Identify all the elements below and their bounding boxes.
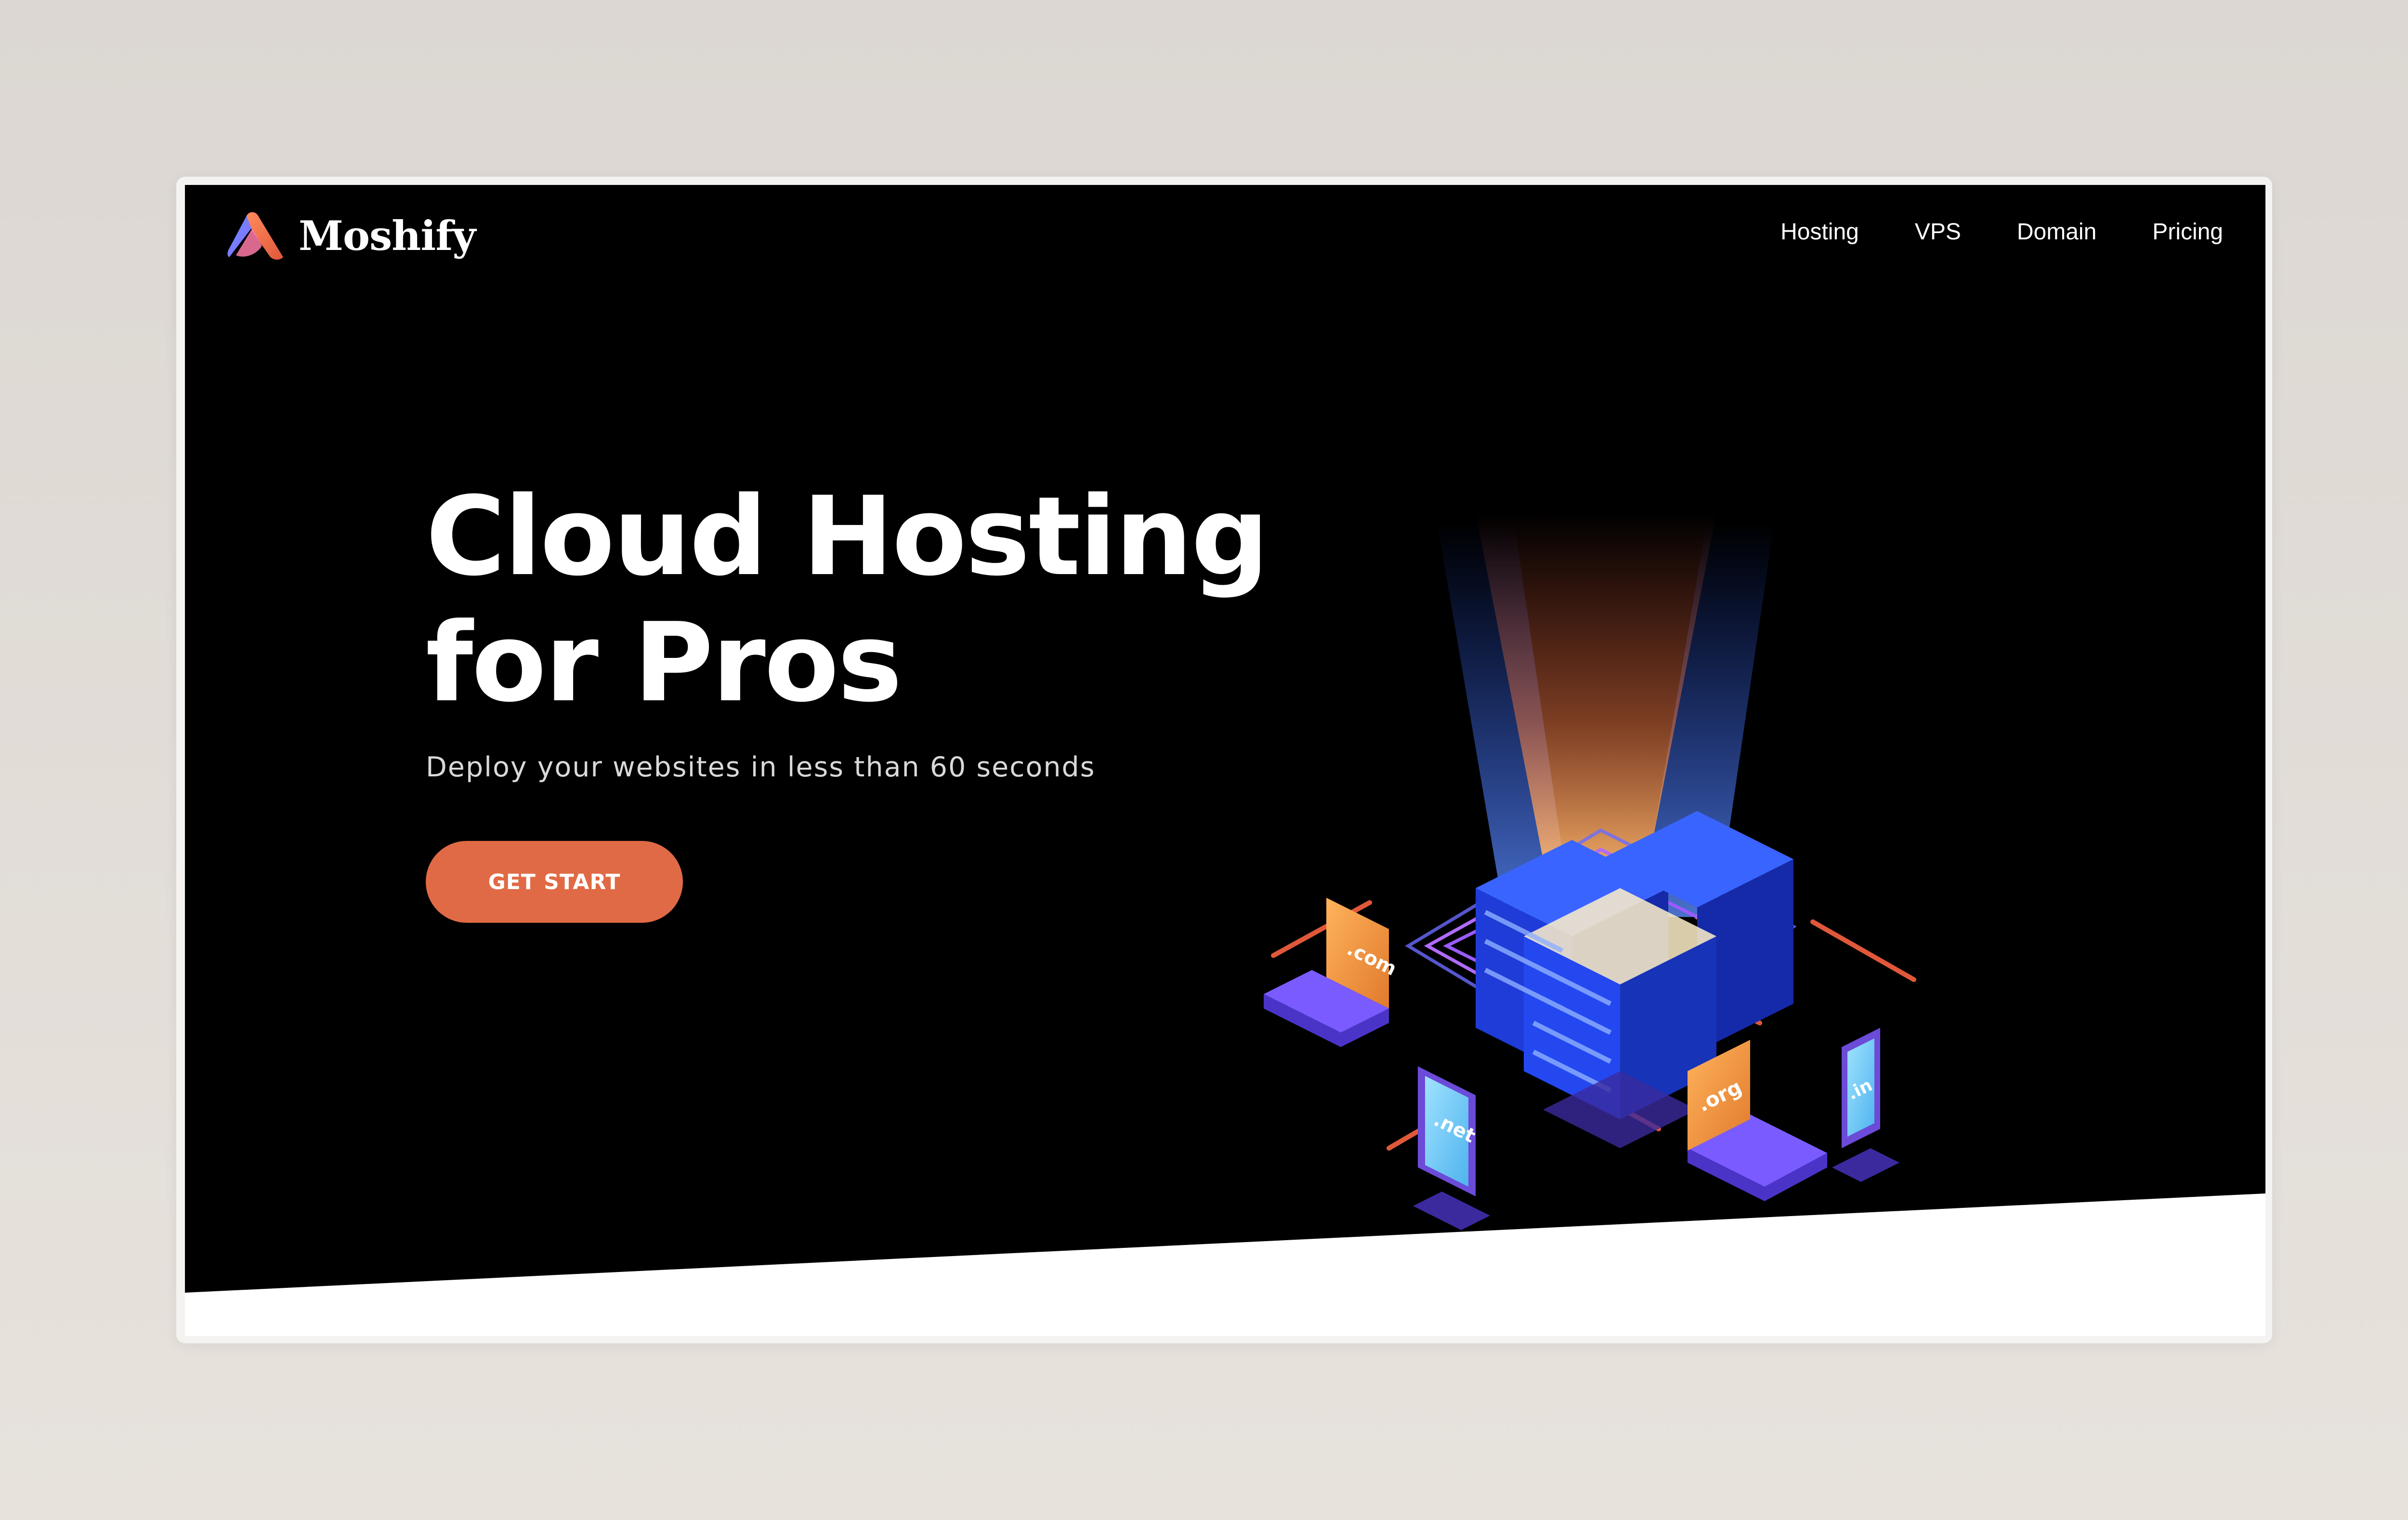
nav-item-pricing[interactable]: Pricing: [2152, 219, 2223, 245]
moshify-logo-icon: [227, 212, 283, 260]
cloud-server-illustration: .com .net .org .in: [1264, 512, 1916, 1230]
laptop-org: .org: [1688, 1040, 1827, 1201]
brand-logo[interactable]: Moshify: [225, 209, 476, 262]
nav-item-vps[interactable]: VPS: [1915, 219, 1961, 245]
hero-title-line-1: Cloud Hosting: [426, 473, 1269, 600]
get-start-button[interactable]: GET START: [426, 841, 683, 923]
laptop-com: .com: [1264, 898, 1400, 1047]
hero-title-line-2: for Pros: [426, 600, 903, 726]
nav-item-hosting[interactable]: Hosting: [1780, 219, 1859, 245]
tablet-net: .net: [1413, 1066, 1490, 1230]
main-nav: Hosting VPS Domain Pricing: [1780, 219, 2223, 245]
phone-in: .in: [1832, 1028, 1899, 1182]
landing-page: Moshify Hosting VPS Domain Pricing Cloud…: [185, 185, 2265, 1336]
nav-item-domain[interactable]: Domain: [2017, 219, 2096, 245]
brand-name: Moshify: [299, 211, 476, 260]
hero-subtitle: Deploy your websites in less than 60 sec…: [426, 751, 1096, 783]
